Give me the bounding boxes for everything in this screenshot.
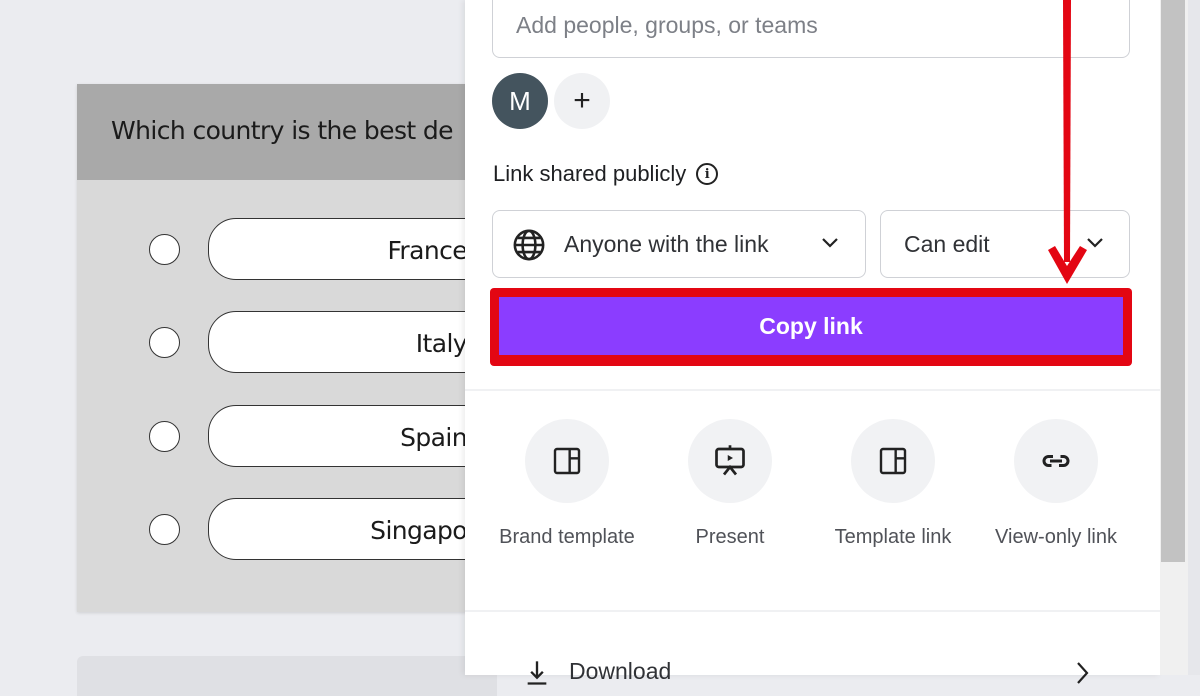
divider [465,389,1160,391]
share-option-icon-button[interactable] [525,419,609,503]
share-option-present[interactable]: Present [650,419,810,554]
presentation-screen-icon [715,445,745,476]
download-row[interactable]: Download [515,650,1115,690]
divider [465,610,1160,612]
add-person-button[interactable]: + [554,73,610,129]
copy-link-button[interactable]: Copy link [499,297,1123,355]
share-option-view-only-link[interactable]: View-only link [976,419,1136,554]
quiz-header: Which country is the best de [77,84,497,180]
share-option-label: Template link [834,526,952,548]
share-option-label: Brand template [499,526,635,548]
link-icon [1042,455,1070,467]
share-option-template-link[interactable]: Template link [813,419,973,554]
quiz-question: Which country is the best de [111,116,454,145]
option-label: Spain [400,423,467,452]
quiz-card: Which country is the best de France Ital… [77,84,568,612]
people-input-placeholder: Add people, groups, or teams [516,12,818,38]
chevron-down-icon [1087,238,1103,248]
share-option-label: Present [695,526,765,548]
panel-scrollbar-thumb[interactable] [1161,0,1185,562]
people-input[interactable]: Add people, groups, or teams [492,0,1130,58]
radio-button[interactable] [149,421,180,452]
option-label: Singapo [370,516,467,545]
globe-icon [513,229,545,261]
share-option-brand-template[interactable]: Brand template [487,419,647,554]
chevron-down-icon [822,238,838,248]
info-icon[interactable]: i [696,163,719,185]
radio-button[interactable] [149,327,180,358]
role-dropdown[interactable]: Can edit [880,210,1130,278]
download-label: Download [569,658,672,684]
share-option-label: View-only link [995,526,1117,548]
quiz-option[interactable]: Italy [77,311,568,375]
download-icon [527,661,547,685]
layout-template-icon [553,447,581,475]
avatar[interactable]: M [492,73,548,129]
radio-button[interactable] [149,514,180,545]
access-dropdown-value: Anyone with the link [564,231,769,257]
window-edge [1188,0,1200,675]
link-section-heading: Link shared publicly i [493,161,719,187]
plus-icon: + [573,84,591,117]
chevron-right-icon [1077,662,1089,684]
access-dropdown[interactable]: Anyone with the link [492,210,866,278]
role-dropdown-value: Can edit [904,231,990,257]
share-panel: Add people, groups, or teams M + Link sh… [465,0,1160,685]
option-label: France [387,236,467,265]
option-label: Italy [415,329,468,358]
radio-button[interactable] [149,234,180,265]
share-option-icon-button[interactable] [851,419,935,503]
quiz-option[interactable]: Spain [77,405,568,469]
share-option-icon-button[interactable] [1014,419,1098,503]
quiz-option[interactable]: France [77,218,568,282]
link-section-label: Link shared publicly [493,161,687,186]
layout-template-icon [879,447,907,475]
quiz-option[interactable]: Singapo [77,498,568,562]
copy-link-highlight: Copy link [490,288,1132,366]
next-page-card [77,656,497,696]
share-option-icon-button[interactable] [688,419,772,503]
